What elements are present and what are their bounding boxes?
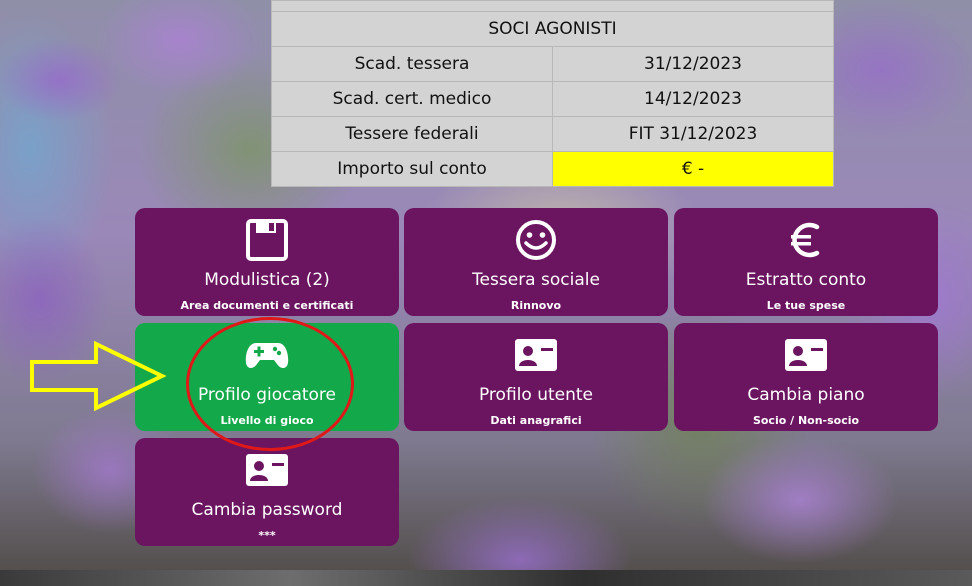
bottom-strip: [0, 570, 972, 586]
tile-title: Modulistica (2): [204, 270, 330, 290]
smiley-icon: [514, 218, 558, 262]
table-row: Importo sul conto € -: [271, 151, 834, 187]
table-row: Tessere federali FIT 31/12/2023: [271, 116, 834, 152]
membership-header: SOCI AGONISTI: [271, 11, 834, 47]
floppy-disk-icon: [245, 218, 289, 262]
row-label: Tessere federali: [271, 116, 553, 152]
table-row: Scad. tessera 31/12/2023: [271, 46, 834, 82]
annotation-arrow: [30, 340, 167, 412]
row-label: Scad. tessera: [271, 46, 553, 82]
row-value: 14/12/2023: [552, 81, 834, 117]
tile-cambia-password[interactable]: Cambia password ***: [135, 438, 399, 546]
tile-subtitle: Rinnovo: [510, 299, 562, 312]
account-balance-value: € -: [552, 151, 834, 187]
tile-subtitle: ***: [258, 529, 276, 542]
id-card-icon: [245, 448, 289, 492]
tile-title: Tessera sociale: [472, 270, 600, 290]
tile-estratto-conto[interactable]: Estratto conto Le tue spese: [674, 208, 938, 316]
row-value: FIT 31/12/2023: [552, 116, 834, 152]
tile-subtitle: Socio / Non-socio: [752, 414, 860, 427]
tile-tessera-sociale[interactable]: Tessera sociale Rinnovo: [404, 208, 668, 316]
tile-modulistica[interactable]: Modulistica (2) Area documenti e certifi…: [135, 208, 399, 316]
tile-cambia-piano[interactable]: Cambia piano Socio / Non-socio: [674, 323, 938, 431]
tile-title: Cambia piano: [747, 385, 865, 405]
tile-title: Estratto conto: [745, 270, 867, 290]
tile-title: Cambia password: [191, 500, 343, 520]
tile-profilo-utente[interactable]: Profilo utente Dati anagrafici: [404, 323, 668, 431]
tile-subtitle: Dati anagrafici: [490, 414, 582, 427]
euro-icon: [784, 218, 828, 262]
table-row: Scad. cert. medico 14/12/2023: [271, 81, 834, 117]
tile-title: Profilo utente: [478, 385, 593, 405]
row-label: Scad. cert. medico: [271, 81, 553, 117]
row-value: 31/12/2023: [552, 46, 834, 82]
tile-subtitle: Le tue spese: [766, 299, 846, 312]
tile-subtitle: Area documenti e certificati: [180, 299, 354, 312]
annotation-circle: [186, 317, 354, 451]
membership-table: SOCI AGONISTI Scad. tessera 31/12/2023 S…: [271, 0, 834, 187]
row-label: Importo sul conto: [271, 151, 553, 187]
id-card-icon: [514, 333, 558, 377]
id-card-icon: [784, 333, 828, 377]
